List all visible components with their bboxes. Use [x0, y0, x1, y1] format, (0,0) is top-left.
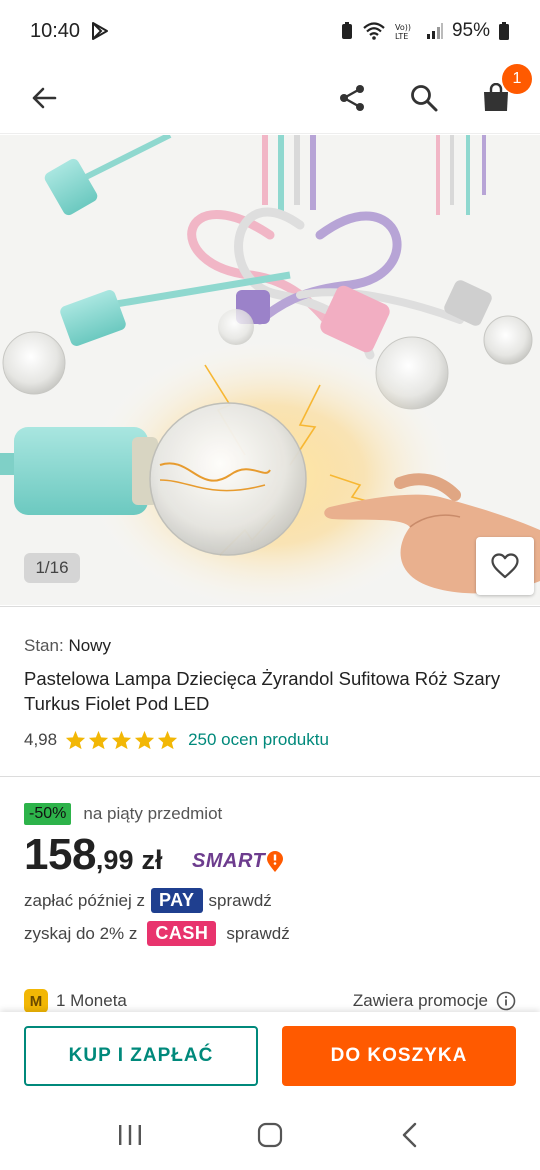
- heart-icon: [491, 553, 519, 579]
- signal-icon: [426, 23, 443, 39]
- promo-text: Zawiera promocje: [352, 991, 488, 1010]
- play-store-icon: [92, 22, 109, 40]
- coin-icon: M: [24, 989, 48, 1013]
- pay-prefix: zapłać później z: [24, 890, 145, 910]
- cashback-row: zyskaj do 2% z CASH sprawdź: [24, 921, 290, 946]
- chevron-left-icon: [402, 1122, 417, 1148]
- rating-stars: [65, 730, 180, 750]
- price-decimal: ,99: [95, 845, 134, 875]
- cash-check-link[interactable]: sprawdź: [226, 924, 289, 944]
- home-icon: [257, 1122, 283, 1148]
- cash-badge: CASH: [147, 921, 217, 946]
- system-nav-bar: [0, 1100, 540, 1170]
- bottom-action-bar: KUP I ZAPŁAĆ DO KOSZYKA: [0, 1012, 540, 1100]
- search-icon: [411, 84, 438, 111]
- pay-badge: PAY: [150, 888, 203, 913]
- volte-icon: Vo))LTE: [395, 23, 411, 41]
- coin-text: 1 Moneta: [56, 991, 127, 1010]
- product-title: Pastelowa Lampa Dziecięca Żyrandol Sufit…: [24, 668, 501, 714]
- coin-promo-row: M 1 Moneta Zawiera promocje: [24, 989, 516, 1013]
- rating-value: 4,98: [24, 730, 58, 749]
- cart-count-badge: 1: [502, 63, 532, 94]
- product-image-gallery[interactable]: [0, 135, 540, 605]
- system-back-button[interactable]: [380, 1110, 440, 1160]
- condition-label: Stan:: [24, 636, 64, 655]
- price-currency: zł: [141, 845, 163, 875]
- share-icon: [340, 84, 364, 111]
- back-arrow-icon: [32, 87, 57, 108]
- cash-prefix: zyskaj do 2% z: [24, 923, 138, 943]
- battery-saver-icon: [341, 22, 352, 39]
- price: 158 ,99 zł: [24, 830, 162, 880]
- discount-row: -50% na piąty przedmiot: [24, 803, 222, 825]
- smart-label: SMART: [192, 850, 266, 872]
- image-counter: 1/16: [24, 553, 80, 583]
- home-button[interactable]: [240, 1110, 300, 1160]
- buy-now-button[interactable]: KUP I ZAPŁAĆ: [24, 1026, 258, 1086]
- wishlist-button[interactable]: [476, 537, 534, 595]
- smart-badge[interactable]: SMART: [192, 850, 284, 873]
- battery-icon: [499, 22, 509, 40]
- divider: [0, 606, 540, 607]
- discount-text: na piąty przedmiot: [83, 804, 223, 823]
- recent-apps-button[interactable]: [100, 1110, 160, 1160]
- status-time: 10:40: [30, 19, 81, 42]
- price-integer: 158: [24, 830, 96, 879]
- wifi-icon: [363, 22, 385, 40]
- recent-apps-icon: [119, 1125, 141, 1145]
- star-icon: [112, 730, 132, 750]
- star-icon: [158, 730, 178, 750]
- status-bar: 10:40 Vo)) LTE 95%: [0, 0, 540, 62]
- star-icon: [89, 730, 109, 750]
- product-rating: 4,98 250 ocen produktu: [24, 730, 329, 750]
- back-button[interactable]: [22, 76, 66, 120]
- search-button[interactable]: [402, 76, 446, 120]
- pay-later-row: zapłać później z PAY sprawdź: [24, 888, 272, 913]
- battery-percent: 95%: [451, 20, 490, 41]
- app-bar: 1: [0, 62, 540, 134]
- svg-text:Vo)): Vo)): [395, 23, 411, 32]
- reviews-link[interactable]: 250 ocen produktu: [188, 730, 329, 750]
- discount-badge: -50%: [24, 803, 72, 825]
- product-image: [0, 135, 540, 605]
- product-condition: Stan: Nowy: [24, 636, 111, 656]
- smart-pin-icon: [267, 850, 284, 872]
- cart-button[interactable]: 1: [474, 63, 532, 120]
- star-icon: [135, 730, 155, 750]
- divider: [0, 776, 540, 777]
- add-to-cart-button[interactable]: DO KOSZYKA: [282, 1026, 516, 1086]
- star-icon: [66, 730, 86, 750]
- share-button[interactable]: [330, 76, 374, 120]
- promotions-link[interactable]: Zawiera promocje: [353, 991, 516, 1011]
- pay-check-link[interactable]: sprawdź: [209, 891, 272, 911]
- svg-text:LTE: LTE: [395, 32, 408, 41]
- info-icon: [496, 991, 516, 1011]
- condition-value: Nowy: [68, 636, 111, 655]
